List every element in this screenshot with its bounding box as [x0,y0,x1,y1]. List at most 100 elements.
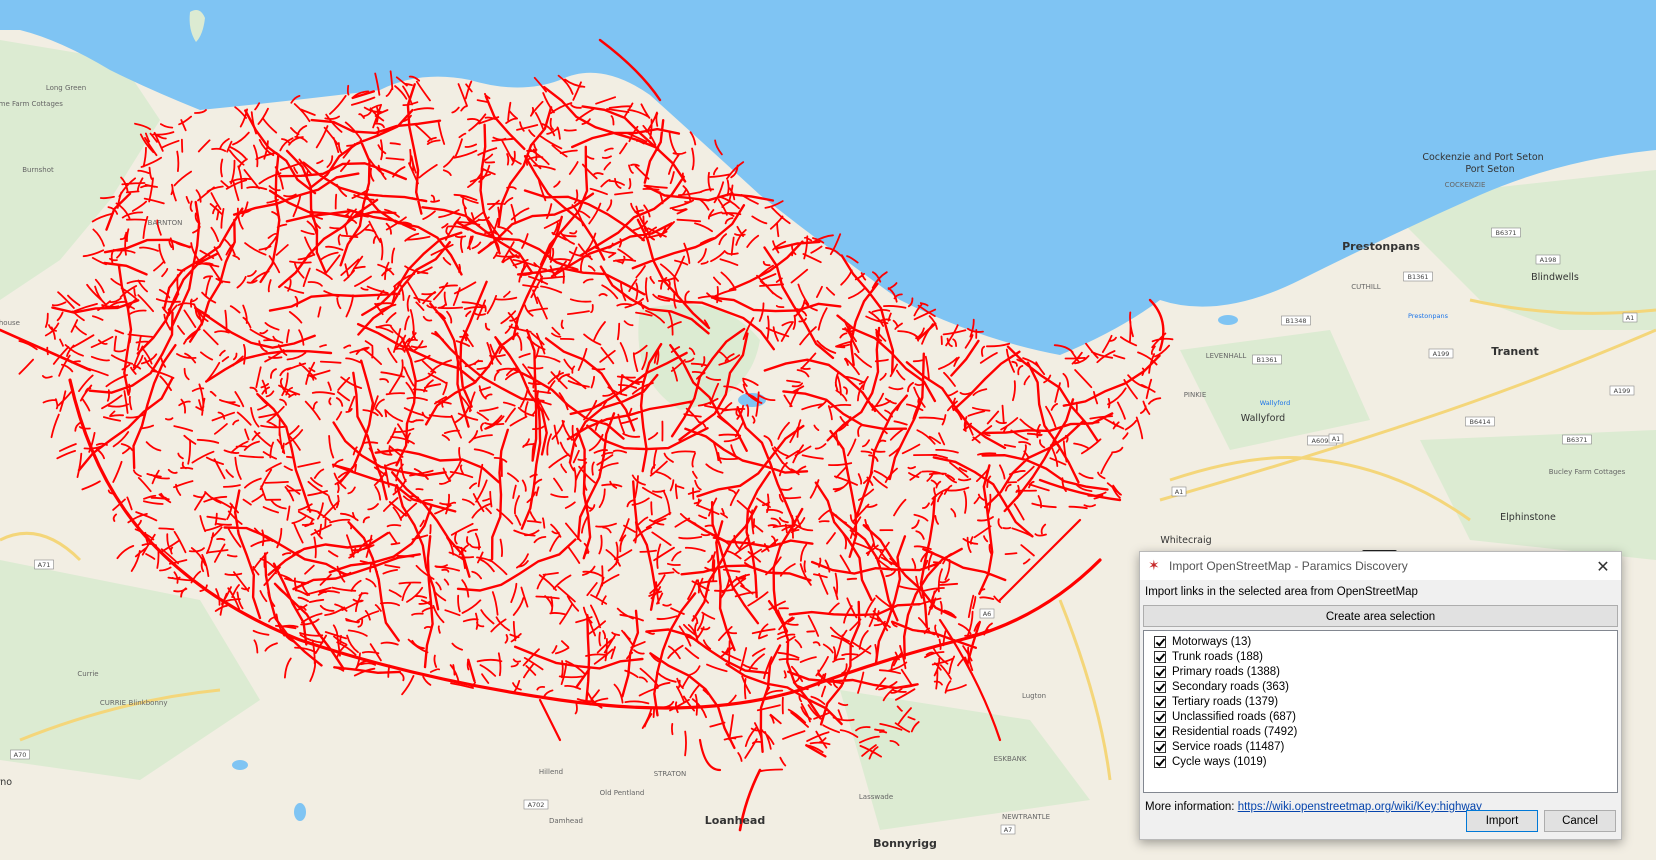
place-label: Wallyford [1241,413,1285,424]
road-shield: B6371 [1562,434,1592,445]
place-label: Bucley Farm Cottages [1549,468,1626,476]
checkbox-checked-icon[interactable] [1154,665,1166,678]
checkbox-checked-icon[interactable] [1154,650,1166,663]
road-shield: A70 [10,749,30,760]
road-type-trunk[interactable]: Trunk roads (188) [1154,649,1263,664]
place-label: Damhead [549,817,583,825]
road-shield-label: B1348 [1285,317,1306,325]
road-shield: B1348 [1281,315,1311,326]
checkbox-checked-icon[interactable] [1154,740,1166,753]
place-label: Old Pentland [600,789,645,797]
road-type-list: Motorways (13) Trunk roads (188) Primary… [1143,630,1618,793]
road-shield-label: A1 [1332,435,1341,443]
paramics-app-icon: ✶ [1148,558,1160,574]
place-label: Cockenzie and Port Seton [1422,152,1543,163]
road-shield: A702 [523,799,549,810]
road-type-tertiary[interactable]: Tertiary roads (1379) [1154,694,1278,709]
more-information-label: More information: [1145,801,1238,813]
road-shield-label: A1 [1175,488,1184,496]
create-area-selection-button[interactable]: Create area selection [1143,605,1618,627]
place-label: CURRIE [100,699,126,707]
place-label: COCKENZIE [1445,181,1486,189]
road-shield: A1 [1622,312,1638,323]
road-shield-label: B1361 [1256,356,1277,364]
import-button[interactable]: Import [1466,810,1538,832]
road-shield: B1361 [1252,354,1282,365]
road-shield: A71 [34,559,54,570]
transit-poi-label: Prestonpans [1408,312,1449,320]
road-shield-label: A71 [38,561,51,569]
road-type-residential[interactable]: Residential roads (7492) [1154,724,1297,739]
road-type-label: Tertiary roads (1379) [1172,695,1279,708]
road-shield: A1 [1171,486,1187,497]
road-shield-label: B6371 [1566,436,1587,444]
place-label: Currie [77,670,98,678]
place-label: Hillend [539,768,563,776]
road-type-primary[interactable]: Primary roads (1388) [1154,664,1280,679]
road-type-motorways[interactable]: Motorways (13) [1154,634,1251,649]
road-shield-label: B1361 [1407,273,1428,281]
place-label: Turnhouse [0,319,20,327]
place-label: Whitecraig [1160,535,1211,546]
road-type-label: Secondary roads (363) [1172,680,1289,693]
road-type-label: Motorways (13) [1172,635,1252,648]
road-type-service[interactable]: Service roads (11487) [1154,739,1284,754]
road-shield-label: A70 [14,751,27,759]
road-shield-label: A1 [1626,314,1635,322]
place-label: BARNTON [148,219,183,227]
road-type-secondary[interactable]: Secondary roads (363) [1154,679,1289,694]
place-label: Burnshot [22,166,54,174]
road-shield-label: A199 [1614,387,1631,395]
place-label: Tranent [1491,345,1539,358]
road-shield-label: B6414 [1469,418,1490,426]
osm-highway-wiki-link[interactable]: https://wiki.openstreetmap.org/wiki/Key:… [1238,801,1482,813]
checkbox-checked-icon[interactable] [1154,680,1166,693]
close-button[interactable]: ✕ [1585,552,1621,580]
road-shield: B6371 [1491,227,1521,238]
more-information: More information: https://wiki.openstree… [1145,801,1482,813]
place-label: ESKBANK [994,755,1027,763]
road-shield: A6 [979,608,995,619]
checkbox-checked-icon[interactable] [1154,725,1166,738]
place-label: Lugton [1022,692,1046,700]
place-label: CUTHILL [1351,283,1381,291]
road-shield-label: A702 [528,801,545,809]
place-label: Loanhead [705,814,765,827]
road-type-label: Service roads (11487) [1172,740,1285,753]
place-label: NEWTRANTLE [1002,813,1050,821]
road-type-cycle-ways[interactable]: Cycle ways (1019) [1154,754,1267,769]
road-type-unclassified[interactable]: Unclassified roads (687) [1154,709,1296,724]
road-type-label: Cycle ways (1019) [1172,755,1267,768]
road-shield-label: A198 [1540,256,1557,264]
checkbox-checked-icon[interactable] [1154,710,1166,723]
road-type-label: Residential roads (7492) [1172,725,1298,738]
place-label: Elphinstone [1500,512,1556,523]
road-shield-label: B6371 [1495,229,1516,237]
road-shield-label: A7 [1004,826,1013,834]
road-shield: A199 [1609,385,1635,396]
cancel-button[interactable]: Cancel [1544,810,1616,832]
place-label: Home Farm Cottages [0,100,63,108]
road-type-label: Trunk roads (188) [1172,650,1263,663]
place-label: Lasswade [859,793,893,801]
transit-poi-label: Wallyford [1260,399,1290,407]
checkbox-checked-icon[interactable] [1154,755,1166,768]
road-shield: A7 [1000,824,1016,835]
place-label: STRATON [654,770,687,778]
dialog-titlebar[interactable]: ✶ Import OpenStreetMap - Paramics Discov… [1140,552,1621,580]
road-type-label: Unclassified roads (687) [1172,710,1297,723]
close-icon: ✕ [1596,556,1610,576]
place-label: Long Green [46,84,86,92]
checkbox-checked-icon[interactable] [1154,635,1166,648]
place-label: Prestonpans [1342,240,1420,253]
road-shield-label: A6 [983,610,992,618]
road-shield: B1361 [1403,271,1433,282]
import-osm-dialog: ✶ Import OpenStreetMap - Paramics Discov… [1139,551,1622,840]
place-label: LEVENHALL [1206,352,1247,360]
checkbox-checked-icon[interactable] [1154,695,1166,708]
dialog-title: Import OpenStreetMap - Paramics Discover… [1169,559,1408,573]
road-shield-label: A199 [1433,350,1450,358]
road-shield: B6414 [1465,416,1495,427]
place-label: lerno [0,777,12,788]
place-label: PINKIE [1184,391,1207,399]
